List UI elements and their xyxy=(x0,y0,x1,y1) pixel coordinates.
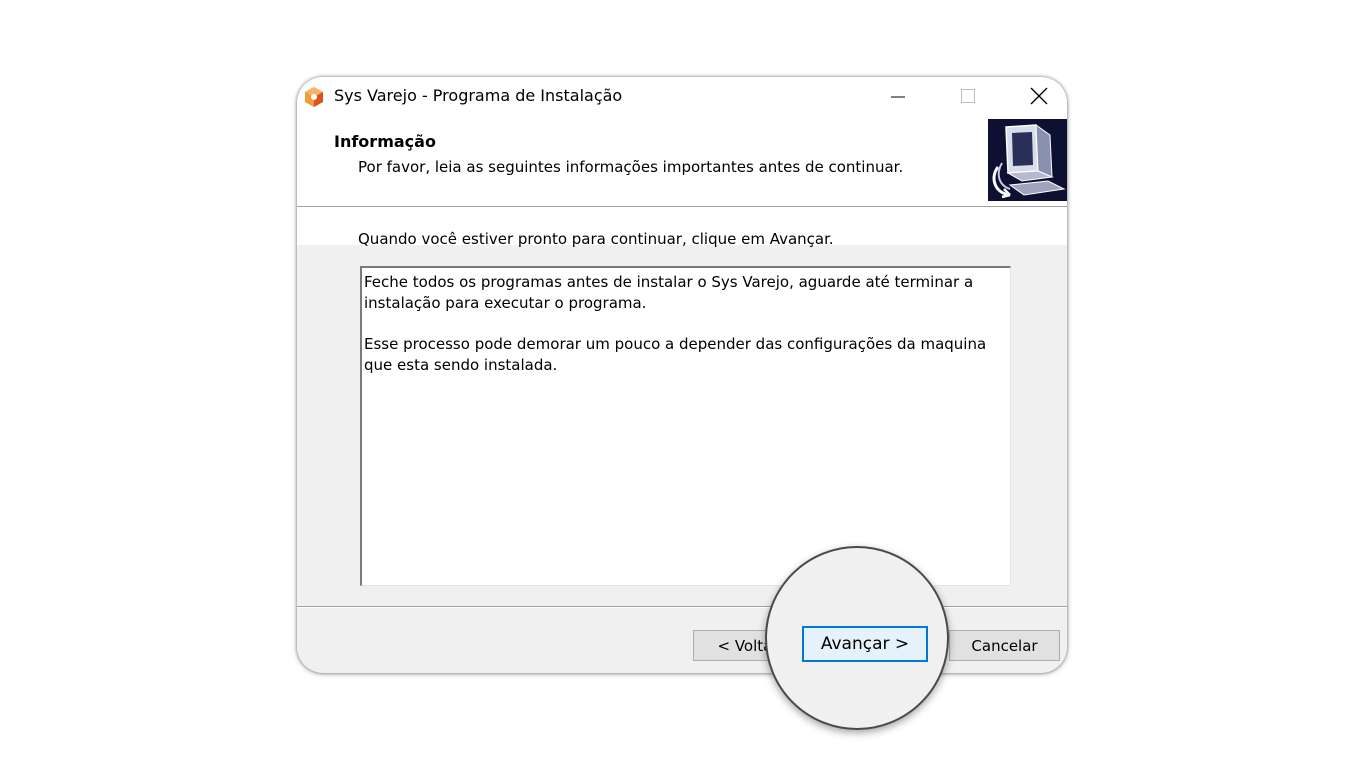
maximize-icon xyxy=(961,89,975,103)
maximize-button[interactable] xyxy=(945,77,991,115)
window-title: Sys Varejo - Programa de Instalação xyxy=(334,86,623,105)
installer-window: Sys Varejo - Programa de Instalação Info… xyxy=(297,77,1067,673)
memo-line: Feche todos os programas antes de instal… xyxy=(364,273,974,291)
title-bar: Sys Varejo - Programa de Instalação xyxy=(297,77,1067,115)
magnifier-highlight: Avançar > xyxy=(765,546,949,730)
close-button[interactable] xyxy=(1016,77,1062,115)
cancel-button[interactable]: Cancelar xyxy=(949,630,1060,661)
next-button[interactable]: Avançar > xyxy=(802,626,928,662)
page-subtitle: Por favor, leia as seguintes informações… xyxy=(358,158,904,176)
page-title: Informação xyxy=(334,132,436,151)
memo-line: instalação para executar o programa. xyxy=(364,294,647,312)
minimize-icon xyxy=(891,96,905,98)
app-icon xyxy=(303,86,325,108)
memo-line: que esta sendo instalada. xyxy=(364,356,558,374)
close-icon xyxy=(1030,87,1048,105)
minimize-button[interactable] xyxy=(875,77,921,115)
instruction-text: Quando você estiver pronto para continua… xyxy=(358,230,834,248)
installer-computer-icon xyxy=(988,119,1067,201)
info-memo[interactable]: Feche todos os programas antes de instal… xyxy=(360,266,1011,586)
memo-line: Esse processo pode demorar um pouco a de… xyxy=(364,335,987,353)
